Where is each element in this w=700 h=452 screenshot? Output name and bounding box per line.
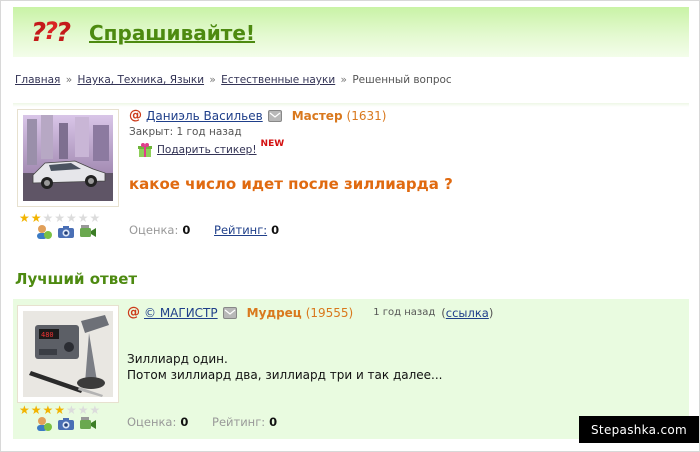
answer-line-2: Потом зиллиард два, зиллиард три и так д… (127, 368, 443, 382)
breadcrumb: Главная » Наука, Техника, Языки » Естест… (15, 74, 452, 86)
gift-sticker: Подарить стикер! NEW (137, 139, 285, 158)
question-block: ★★★★★★★ @ Даниэль Васильев Мастер (1631)… (13, 103, 689, 249)
breadcrumb-current: Решенный вопрос (352, 74, 452, 86)
question-score-value: 0 (182, 223, 191, 237)
question-closed-status: Закрыт: 1 год назад (129, 126, 242, 138)
answer-permalink: (ссылка) (441, 306, 493, 320)
answer-permalink-link[interactable]: ссылка (446, 306, 489, 320)
svg-text:?: ? (56, 18, 71, 45)
mail-icon[interactable] (222, 306, 237, 319)
car-image-icon (23, 115, 113, 201)
soldering-station-image: 480 (23, 311, 113, 397)
answer-author-rank: Мудрец (246, 305, 302, 320)
site-title-link[interactable]: Спрашивайте! (89, 21, 255, 45)
question-rating-link[interactable]: Рейтинг: (214, 223, 267, 237)
site-header: ? ? ? Спрашивайте! (13, 7, 689, 57)
question-rating-value: 0 (271, 223, 280, 237)
answer-author-link[interactable]: © МАГИСТР (144, 306, 218, 320)
watermark: Stepashka.com (579, 416, 699, 443)
question-author-score: (1631) (346, 108, 387, 123)
breadcrumb-category-link[interactable]: Наука, Техника, Языки (77, 74, 204, 86)
answer-time: 1 год назад (373, 307, 436, 318)
user-icon[interactable] (35, 416, 53, 431)
question-author-icons (35, 224, 97, 239)
question-score-label: Оценка: (129, 223, 179, 237)
at-user-icon: @ (127, 305, 140, 320)
question-block-fade (13, 103, 689, 107)
video-camera-icon[interactable] (79, 224, 97, 239)
answer-meta: Оценка: 0 Рейтинг: 0 (127, 415, 277, 429)
answer-author-score: (19555) (305, 305, 354, 320)
camera-icon[interactable] (57, 416, 75, 431)
answer-line-1: Зиллиард один. (127, 352, 228, 366)
video-camera-icon[interactable] (79, 416, 97, 431)
answer-author-avatar[interactable]: 480 (17, 305, 119, 403)
question-author-rank: Мастер (291, 108, 343, 123)
answer-score-value: 0 (180, 415, 189, 429)
question-author-stars: ★★★★★★★ (19, 211, 102, 225)
mail-icon[interactable] (267, 109, 282, 122)
breadcrumb-separator: » (209, 74, 216, 86)
new-badge: NEW (260, 139, 285, 149)
user-icon[interactable] (35, 224, 53, 239)
answer-link-close: ) (488, 305, 494, 320)
answer-author-stars: ★★★★★★★ (19, 403, 102, 417)
question-author-line: @ Даниэль Васильев Мастер (1631) (129, 108, 386, 123)
answer-rating-label: Рейтинг: (212, 415, 266, 429)
svg-text:480: 480 (41, 331, 54, 339)
at-user-icon: @ (129, 108, 142, 123)
answer-author-icons (35, 416, 97, 431)
best-answer-heading: Лучший ответ (15, 270, 138, 288)
question-author-avatar[interactable] (17, 109, 119, 207)
gift-sticker-link[interactable]: Подарить стикер! (157, 144, 257, 156)
breadcrumb-separator: » (340, 74, 347, 86)
gift-icon[interactable] (137, 142, 153, 158)
answer-score-label: Оценка: (127, 415, 177, 429)
question-author-link[interactable]: Даниэль Васильев (146, 109, 263, 123)
breadcrumb-home-link[interactable]: Главная (15, 74, 60, 86)
camera-icon[interactable] (57, 224, 75, 239)
answer-rating-value: 0 (269, 415, 278, 429)
soldering-station-icon: 480 (23, 311, 113, 397)
breadcrumb-separator: » (65, 74, 73, 86)
car-avatar-image (23, 115, 113, 201)
question-title: какое число идет после зиллиарда ? (129, 175, 453, 193)
answer-body: Зиллиард один. Потом зиллиард два, зилли… (127, 351, 443, 383)
question-meta: Оценка: 0 Рейтинг: 0 (129, 223, 279, 237)
page-frame: ? ? ? Спрашивайте! Главная » Наука, Техн… (0, 0, 700, 452)
answer-author-line: @ © МАГИСТР Мудрец (19555) 1 год назад (… (127, 305, 493, 320)
question-marks-logo-icon[interactable]: ? ? ? (31, 15, 75, 45)
breadcrumb-subcategory-link[interactable]: Естественные науки (221, 74, 335, 86)
